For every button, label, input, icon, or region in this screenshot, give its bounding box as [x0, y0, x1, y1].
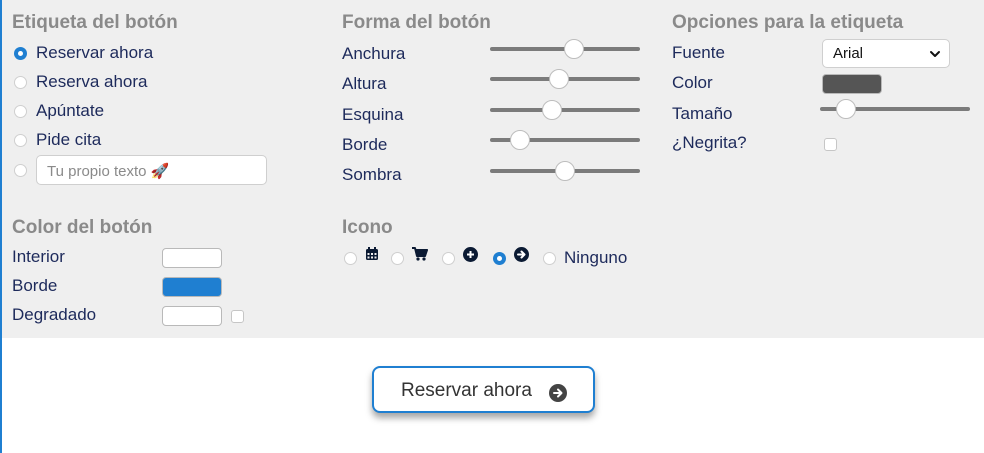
slider-track: [490, 108, 640, 112]
bold-label: ¿Negrita?: [672, 133, 747, 152]
slider-thumb[interactable]: [510, 130, 530, 150]
arrow-right-circle-icon: [514, 247, 529, 262]
interior-color-swatch[interactable]: [162, 248, 222, 268]
size-slider[interactable]: [820, 99, 970, 119]
button-color-heading: Color del botón: [12, 217, 153, 238]
border-label: Borde: [342, 135, 388, 154]
custom-label-input[interactable]: Tu propio texto 🚀: [36, 155, 267, 185]
preview-button-label: Reservar ahora: [401, 380, 532, 401]
settings-panel: Etiqueta del botón Reservar ahora Reserv…: [0, 0, 984, 338]
slider-thumb[interactable]: [549, 69, 569, 89]
label-radio-custom[interactable]: [14, 164, 27, 177]
label-radio-4[interactable]: [14, 134, 27, 147]
button-generator: Etiqueta del botón Reservar ahora Reserv…: [0, 0, 984, 453]
icon-radio-calendar[interactable]: [344, 252, 357, 265]
arrow-right-circle-icon: [549, 384, 567, 402]
border-color-swatch[interactable]: [162, 277, 222, 297]
color-label: Color: [672, 73, 713, 92]
icon-radio-plus[interactable]: [442, 252, 455, 265]
shadow-label: Sombra: [342, 165, 402, 184]
slider-thumb[interactable]: [564, 39, 584, 59]
label-options-heading: Opciones para la etiqueta: [672, 12, 904, 33]
font-select[interactable]: Arial: [822, 39, 950, 68]
icon-section-heading: Icono: [342, 217, 393, 238]
slider-thumb[interactable]: [541, 100, 562, 120]
chevron-down-icon: [930, 51, 940, 57]
slider-thumb[interactable]: [555, 161, 575, 181]
height-slider[interactable]: [490, 69, 640, 89]
width-label: Anchura: [342, 44, 406, 63]
label-option-text: Reserva ahora: [36, 72, 148, 91]
border-color-label: Borde: [12, 276, 58, 295]
cart-icon: [412, 247, 428, 261]
slider-thumb[interactable]: [835, 99, 856, 119]
label-radio-1[interactable]: [14, 47, 27, 60]
corner-label: Esquina: [342, 105, 404, 124]
size-label: Tamaño: [672, 104, 733, 123]
plus-circle-icon: [463, 247, 478, 262]
icon-radio-none[interactable]: [543, 252, 556, 265]
label-radio-2[interactable]: [14, 76, 27, 89]
icon-radio-cart[interactable]: [391, 252, 404, 265]
label-section-heading: Etiqueta del botón: [12, 12, 178, 33]
width-slider[interactable]: [490, 39, 640, 59]
shape-section-heading: Forma del botón: [342, 12, 491, 33]
label-color-swatch[interactable]: [822, 74, 882, 94]
corner-slider[interactable]: [490, 100, 640, 120]
calendar-icon: [366, 247, 378, 260]
border-slider[interactable]: [490, 130, 640, 150]
label-radio-3[interactable]: [14, 105, 27, 118]
font-select-value: Arial: [833, 45, 864, 62]
label-option-text: Apúntate: [36, 101, 105, 120]
font-label: Fuente: [672, 43, 725, 62]
bold-checkbox[interactable]: [824, 138, 837, 151]
label-option-text: Reservar ahora: [36, 43, 154, 62]
height-label: Altura: [342, 74, 387, 93]
label-option-text: Pide cita: [36, 130, 102, 149]
icon-none-label: Ninguno: [564, 248, 628, 267]
gradient-label: Degradado: [12, 305, 97, 324]
gradient-color-swatch[interactable]: [162, 306, 222, 326]
gradient-checkbox[interactable]: [231, 310, 244, 323]
preview-button[interactable]: Reservar ahora: [372, 366, 595, 413]
icon-radio-arrow[interactable]: [493, 252, 506, 265]
interior-label: Interior: [12, 247, 65, 266]
shadow-slider[interactable]: [490, 161, 640, 181]
